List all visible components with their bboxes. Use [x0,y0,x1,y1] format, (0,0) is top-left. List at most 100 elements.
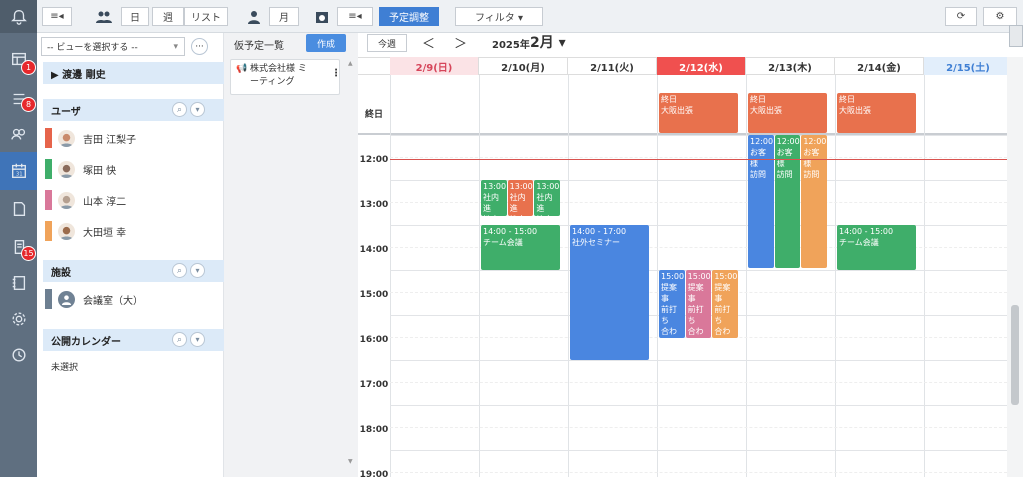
allday-event[interactable]: 終日 大阪出張 [659,93,738,133]
community-icon[interactable] [0,115,37,153]
calendar-event[interactable]: 14:00 - 15:00 チーム会議 [837,225,916,270]
user-name: 吉田 江梨子 [83,134,137,146]
hour-label: 17:00 [359,380,389,390]
user-row[interactable]: 塚田 快 [45,158,116,180]
users-section-title: ユーザ [51,106,81,118]
hour-label: 13:00 [359,200,389,210]
day-header[interactable]: 2/13(木) [746,57,835,75]
search-icon[interactable]: ⌕ [172,263,187,278]
create-button[interactable]: 作成 [306,34,346,52]
month-button[interactable]: 月 [269,7,299,26]
allday-event[interactable]: 終日 大阪出張 [837,93,916,133]
user-icon[interactable] [245,8,263,26]
this-week-button[interactable]: 今週 [367,34,407,52]
calendar-event[interactable]: 13:00 社内進 捗定例 [534,180,560,216]
facility-row[interactable]: 会議室（大） [45,288,143,310]
calendar-event[interactable]: 14:00 - 17:00 社外セミナー [570,225,649,360]
user-name: 塚田 快 [83,165,117,177]
scrollbar[interactable] [1007,57,1023,477]
collapse-panel-button[interactable]: ≡◂ [42,7,72,26]
tentative-item-title: 株式会社様 ミ ーティング [250,64,307,87]
search-icon[interactable]: ⌕ [172,332,187,347]
side-rail: 1 8 31 15 [0,0,37,477]
calendar-event[interactable]: 14:00 - 15:00 チーム会議 [481,225,560,270]
next-week-button[interactable]: ＞ [454,33,467,52]
user-name: 山本 淳二 [83,196,127,208]
list-button[interactable]: リスト [184,7,228,26]
history-icon[interactable] [0,336,37,374]
calendar-event[interactable]: 12:00 お客様 訪問 [801,135,827,268]
day-header[interactable]: 2/15(土) [924,57,1013,75]
tentative-item[interactable]: 📢 株式会社様 ミ ーティング ⋮ [230,59,341,95]
chevron-down-icon[interactable]: ▾ [190,102,205,117]
users-section-tools: ⌕ ▾ [172,102,205,117]
user-row[interactable]: 山本 淳二 [45,189,126,211]
user-row[interactable]: 大田垣 幸 [45,220,126,242]
gear-icon: ⚙ [995,11,1005,22]
calendar-event[interactable]: 12:00 お客様 訪問 [748,135,774,268]
group-day-button[interactable]: 日 [121,7,149,26]
group-week-button[interactable]: 週 [152,7,184,26]
day-header[interactable]: 2/10(月) [479,57,568,75]
facility-name: 会議室（大） [83,295,143,307]
hour-line [390,450,1007,451]
day-header[interactable]: 2/12(水) [657,57,746,75]
calendar-icon[interactable]: 31 [0,152,37,190]
search-icon[interactable]: ⌕ [172,102,187,117]
scroll-down-icon[interactable]: ▼ [348,458,353,465]
user-row[interactable]: 吉田 江梨子 [45,127,136,149]
calendar-event[interactable]: 15:00 提案事 前打ち 合わせ [685,270,712,338]
facilities-section-title: 施設 [51,267,71,279]
address-book-icon[interactable] [0,264,37,302]
settings-button[interactable]: ⚙ [983,7,1017,26]
calendar-event[interactable]: 15:00 提案事 前打ち 合わせ [659,270,685,338]
allday-event[interactable]: 終日 大阪出張 [748,93,827,133]
user-color [45,190,52,210]
refresh-button[interactable]: ⟳ [945,7,977,26]
facilities-section-tools: ⌕ ▾ [172,263,205,278]
chevron-down-icon[interactable]: ▾ [190,332,205,347]
avatar [58,129,75,147]
calendar-event[interactable]: 13:00 社内進 捗定例 [507,180,534,216]
hour-line [390,360,1007,361]
schedule-adjust-button[interactable]: 予定調整 [379,7,439,26]
public-calendar-tools: ⌕ ▾ [172,332,205,347]
allday-label: 終日 [364,110,383,120]
half-hour-line [390,382,1007,383]
group-users-icon[interactable] [95,8,113,26]
user-color [45,221,52,241]
day-header[interactable]: 2/14(金) [835,57,924,75]
current-time-line [390,159,1007,160]
avatar [58,191,75,209]
more-options-button[interactable]: ··· [191,38,208,55]
filter-dropdown[interactable]: フィルタ ▾ [455,7,543,26]
hour-label: 18:00 [359,425,389,435]
calendar-event[interactable]: 12:00 お客様 訪問 [774,135,801,268]
refresh-icon: ⟳ [956,11,966,22]
day-header[interactable]: 2/9(日) [390,57,479,75]
prev-week-button[interactable]: ＜ [422,33,435,52]
scroll-up-icon[interactable]: ▲ [348,60,353,67]
month-select[interactable]: 2月 ▾ [530,32,566,52]
scrollbar-thumb[interactable] [1011,305,1019,405]
settings-icon[interactable] [0,300,37,338]
left-panel: -- ビューを選択する -- ▾ ··· ▶ 渡邊 剛史 ユーザ ⌕ ▾ 吉田 江梨… [37,33,259,477]
document-icon[interactable] [0,190,37,228]
kebab-icon[interactable]: ⋮ [331,68,341,79]
toolbar: ≡◂ 日 週 リスト 月 ≡◂ 予定調整 フィルタ ▾ ⟳ ⚙ [37,0,1023,33]
user-color [45,159,52,179]
calendar-event[interactable]: 13:00 社内進 捗定例 [481,180,507,216]
sidebar-toggle-button[interactable]: ≡◂ [337,7,373,26]
favorite-group-label: ▶ 渡邊 剛史 [51,69,106,81]
day-header[interactable]: 2/11(火) [568,57,657,75]
calendar-clock-icon[interactable] [313,8,331,26]
chevron-down-icon[interactable]: ▾ [190,263,205,278]
notification-badge: 15 [21,246,36,261]
bell-icon[interactable] [0,0,37,33]
calendar-event[interactable]: 15:00 提案事 前打ち 合わせ [712,270,738,338]
side-tab[interactable] [1009,25,1023,47]
public-calendar-value: 未選択 [51,363,79,373]
view-select[interactable]: -- ビューを選択する -- ▾ [41,37,185,56]
facility-icon [58,290,75,308]
avatar [58,222,75,240]
